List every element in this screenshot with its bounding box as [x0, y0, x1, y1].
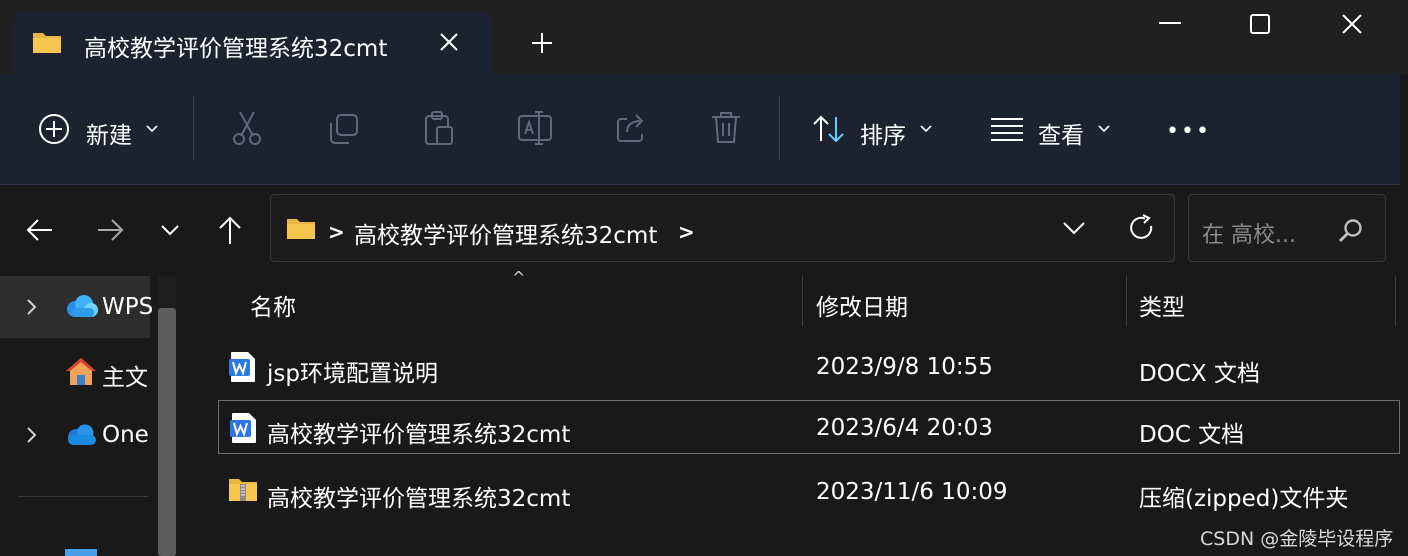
sort-icon	[812, 113, 846, 145]
plus-circle-icon	[38, 113, 70, 145]
new-button[interactable]: 新建	[36, 110, 166, 150]
refresh-icon[interactable]	[1128, 214, 1156, 242]
column-separator[interactable]	[1395, 276, 1396, 326]
tab-title: 高校教学评价管理系统32cmt	[84, 36, 388, 62]
sidebar-item-label: One	[102, 422, 149, 448]
cut-icon[interactable]	[231, 110, 263, 146]
chevron-down-icon	[920, 124, 932, 134]
rename-icon[interactable]	[517, 110, 553, 146]
tab-close-icon[interactable]	[438, 31, 460, 53]
search-icon[interactable]	[1338, 218, 1364, 244]
back-arrow-icon[interactable]	[26, 216, 54, 244]
new-tab-button[interactable]	[530, 31, 554, 55]
word-doc-icon	[228, 351, 258, 383]
file-type: DOC 文档	[1139, 422, 1245, 448]
address-dropdown-icon[interactable]	[1062, 220, 1086, 236]
breadcrumb-separator[interactable]: >	[328, 220, 345, 244]
sidebar-item-label: WPS	[102, 294, 154, 320]
sidebar-item-label: 主文	[102, 365, 148, 391]
sort-indicator-icon: ^	[512, 268, 526, 287]
sidebar-item-wps[interactable]: WPS	[0, 276, 154, 338]
forward-arrow-icon[interactable]	[96, 216, 124, 244]
onedrive-icon	[64, 424, 98, 446]
chevron-right-icon[interactable]	[26, 298, 38, 316]
toolbar-divider	[779, 96, 780, 160]
word-doc-icon	[229, 412, 259, 444]
close-button[interactable]	[1341, 13, 1363, 35]
search-input[interactable]: 在 高校...	[1202, 217, 1296, 249]
sidebar-item-onedrive[interactable]: One	[0, 404, 150, 466]
file-type: 压缩(zipped)文件夹	[1139, 486, 1349, 512]
breadcrumb-separator[interactable]: >	[678, 220, 695, 244]
up-arrow-icon[interactable]	[216, 216, 244, 246]
more-options-button[interactable]: •••	[1166, 119, 1211, 144]
desktop-icon	[64, 548, 98, 556]
column-separator[interactable]	[802, 276, 803, 326]
view-icon	[990, 116, 1024, 142]
sort-button-label: 排序	[860, 123, 906, 149]
breadcrumb-folder[interactable]: 高校教学评价管理系统32cmt	[354, 216, 657, 250]
column-separator[interactable]	[1126, 276, 1127, 326]
copy-icon[interactable]	[326, 112, 360, 146]
chevron-down-icon	[1098, 124, 1110, 134]
file-type: DOCX 文档	[1139, 361, 1260, 387]
sidebar-item-home[interactable]: 主文	[0, 340, 150, 402]
file-name: 高校教学评价管理系统32cmt	[267, 422, 571, 448]
file-name: 高校教学评价管理系统32cmt	[267, 486, 571, 512]
file-row[interactable]: 高校教学评价管理系统32cmt 2023/11/6 10:09 压缩(zippe…	[218, 460, 1400, 520]
chevron-down-icon	[146, 124, 158, 134]
file-row[interactable]: jsp环境配置说明 2023/9/8 10:55 DOCX 文档	[218, 338, 1400, 396]
new-button-label: 新建	[86, 123, 132, 149]
toolbar-divider	[193, 96, 194, 160]
file-name: jsp环境配置说明	[267, 361, 438, 387]
sidebar-divider	[18, 496, 148, 497]
file-date: 2023/6/4 20:03	[816, 415, 993, 441]
recent-locations-chevron-icon[interactable]	[160, 222, 180, 238]
column-header-date[interactable]: 修改日期	[816, 288, 908, 322]
cloud-icon	[64, 294, 98, 318]
folder-icon	[286, 216, 316, 240]
chevron-right-icon[interactable]	[26, 426, 38, 444]
sidebar-scrollbar-thumb[interactable]	[158, 308, 176, 556]
column-header-type[interactable]: 类型	[1139, 288, 1185, 322]
share-icon[interactable]	[615, 110, 649, 144]
column-header-name[interactable]: 名称	[250, 288, 296, 322]
file-row-selected[interactable]: 高校教学评价管理系统32cmt 2023/6/4 20:03 DOC 文档	[218, 400, 1400, 454]
delete-icon[interactable]	[710, 110, 742, 146]
maximize-button[interactable]	[1249, 13, 1271, 35]
file-date: 2023/9/8 10:55	[816, 354, 993, 380]
view-button[interactable]: 查看	[988, 110, 1118, 150]
folder-icon	[32, 30, 62, 54]
home-icon	[64, 356, 98, 386]
view-button-label: 查看	[1038, 123, 1084, 149]
sort-button[interactable]: 排序	[810, 110, 940, 150]
paste-icon[interactable]	[423, 110, 455, 146]
file-date: 2023/11/6 10:09	[816, 479, 1008, 505]
zip-folder-icon	[228, 476, 258, 502]
watermark-text: CSDN @金陵毕设程序	[1200, 528, 1394, 550]
minimize-button[interactable]	[1158, 13, 1182, 33]
